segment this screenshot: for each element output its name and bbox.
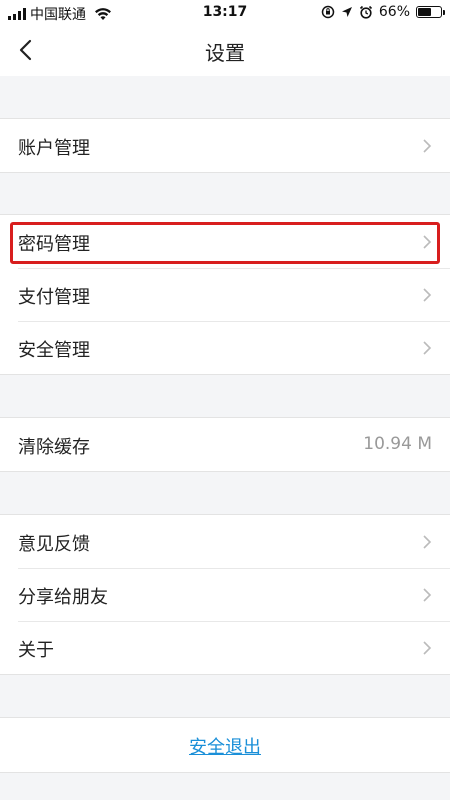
settings-item-label: 意见反馈 bbox=[18, 534, 90, 555]
battery-percent: 66% bbox=[378, 4, 410, 20]
settings-item-share[interactable]: 分享给朋友 bbox=[0, 568, 450, 621]
chevron-right-icon bbox=[423, 288, 432, 302]
status-bar: 中国联通 13:17 66% bbox=[0, 0, 450, 24]
logout-section: 安全退出 bbox=[0, 717, 450, 773]
status-right: 66% bbox=[321, 4, 445, 20]
battery-level bbox=[418, 8, 432, 16]
settings-item-label: 安全管理 bbox=[18, 340, 90, 361]
page-title: 设置 bbox=[205, 41, 245, 65]
chevron-right-icon bbox=[423, 341, 432, 355]
chevron-right-icon bbox=[423, 588, 432, 602]
orientation-lock-icon bbox=[321, 5, 335, 19]
settings-item-label: 清除缓存 bbox=[18, 437, 90, 458]
settings-group-cache: 清除缓存 10.94 M bbox=[0, 417, 450, 472]
settings-item-about[interactable]: 关于 bbox=[0, 621, 450, 674]
settings-group-misc: 意见反馈 分享给朋友 关于 bbox=[0, 514, 450, 675]
logout-link[interactable]: 安全退出 bbox=[0, 733, 450, 759]
settings-item-label: 账户管理 bbox=[18, 138, 90, 159]
settings-item-label: 支付管理 bbox=[18, 287, 90, 308]
chevron-right-icon bbox=[423, 641, 432, 655]
chevron-right-icon bbox=[423, 139, 432, 153]
settings-item-account[interactable]: 账户管理 bbox=[0, 119, 450, 172]
settings-item-feedback[interactable]: 意见反馈 bbox=[0, 515, 450, 568]
location-icon bbox=[341, 7, 352, 17]
settings-item-label: 分享给朋友 bbox=[18, 587, 108, 608]
settings-item-payment[interactable]: 支付管理 bbox=[0, 268, 450, 321]
settings-item-label: 关于 bbox=[18, 640, 54, 661]
battery-icon bbox=[416, 6, 445, 18]
highlight-box bbox=[10, 222, 440, 264]
settings-group-account: 账户管理 bbox=[0, 118, 450, 173]
alarm-icon bbox=[359, 5, 372, 19]
settings-item-safety[interactable]: 安全管理 bbox=[0, 321, 450, 374]
settings-item-clear-cache[interactable]: 清除缓存 10.94 M bbox=[0, 418, 450, 471]
cache-size: 10.94 M bbox=[363, 434, 432, 454]
chevron-right-icon bbox=[423, 535, 432, 549]
nav-bar: 设置 bbox=[0, 24, 450, 76]
